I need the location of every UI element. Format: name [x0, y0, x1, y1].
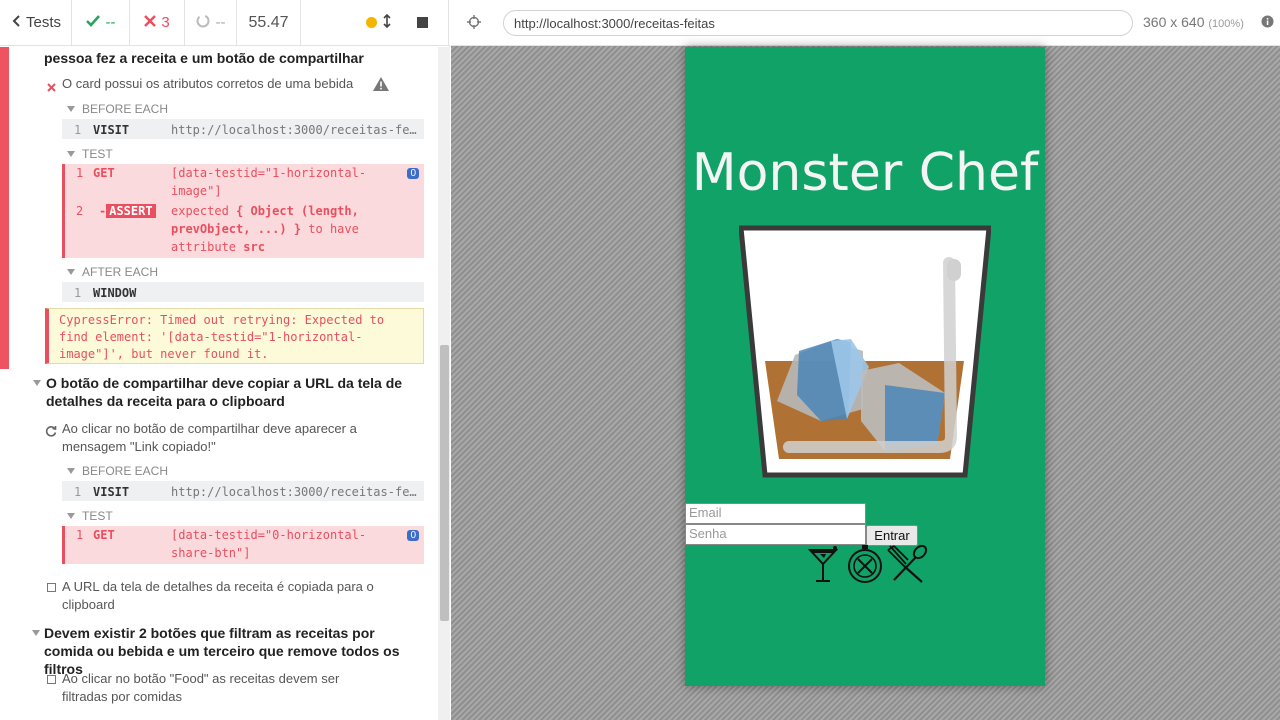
viewport-size: 360 x 640 — [1143, 14, 1205, 30]
command-number: 1 — [76, 166, 84, 180]
pending-square-icon — [47, 675, 56, 684]
assert-text: expected — [171, 204, 237, 218]
app-viewport: Monster Chef Email Senha Entrar — [685, 47, 1045, 686]
pending-value: -- — [215, 14, 226, 31]
command-number: 1 — [74, 123, 82, 137]
caret-down-icon[interactable] — [32, 630, 40, 636]
command-window[interactable]: 1 WINDOW — [62, 282, 424, 302]
test-title[interactable]: Ao clicar no botão de compartilhar deve … — [62, 420, 392, 456]
passed-count: -- — [72, 0, 130, 46]
command-number: 1 — [74, 286, 82, 300]
failed-count: 3 — [130, 0, 185, 46]
caret-down-icon[interactable] — [67, 106, 75, 112]
status-indicator — [366, 13, 391, 32]
back-to-tests-button[interactable]: Tests — [0, 0, 72, 46]
command-name: - ASSERT — [99, 204, 156, 218]
caret-down-icon[interactable] — [67, 513, 75, 519]
email-input[interactable]: Email — [685, 503, 866, 524]
whisky-glass-logo — [739, 225, 991, 478]
command-name: WINDOW — [93, 286, 137, 300]
info-icon[interactable] — [1261, 15, 1274, 33]
refresh-icon — [45, 424, 57, 442]
spinner-icon — [196, 14, 210, 32]
hook-after-each[interactable]: AFTER EACH — [82, 265, 158, 279]
passed-value: -- — [105, 14, 116, 31]
test-runner-panel: Tests -- 3 -- 55.47 pessoa fez a receita… — [0, 0, 450, 720]
hook-test[interactable]: TEST — [82, 147, 113, 161]
hook-test[interactable]: TEST — [82, 509, 113, 523]
caret-down-icon[interactable] — [67, 468, 75, 474]
assert-value: src — [243, 240, 265, 254]
runner-header: Tests -- 3 -- 55.47 — [0, 0, 450, 46]
password-input[interactable]: Senha — [685, 524, 866, 545]
command-message: http://localhost:3000/receitas-feitas — [171, 485, 417, 499]
check-icon — [85, 14, 100, 31]
back-label: Tests — [26, 14, 62, 31]
cocktail-icon — [806, 544, 844, 586]
command-number: 2 — [76, 204, 84, 218]
error-message[interactable]: CypressError: Timed out retrying: Expect… — [45, 308, 424, 364]
element-count-badge: 0 — [407, 530, 419, 541]
test-title[interactable]: Ao clicar no botão "Food" as receitas de… — [62, 670, 362, 706]
selector-playground-icon[interactable] — [467, 15, 481, 34]
failed-value: 3 — [161, 14, 170, 31]
command-name: VISIT — [93, 123, 130, 137]
pending-count: -- — [185, 0, 237, 46]
url-display[interactable]: http://localhost:3000/receitas-feitas — [503, 10, 1133, 36]
command-get-failed[interactable]: 1 GET [data-testid="1-horizontal-image"]… — [62, 164, 424, 258]
chevron-left-icon — [12, 14, 22, 31]
fail-x-icon — [47, 79, 56, 97]
command-name: VISIT — [93, 485, 130, 499]
command-message: http://localhost:3000/receitas-feitas — [171, 123, 417, 137]
command-visit[interactable]: 1 VISIT http://localhost:3000/receitas-f… — [62, 481, 424, 501]
test-title[interactable]: A URL da tela de detalhes da receita é c… — [62, 578, 402, 614]
assert-message: expected { Object (length, prevObject, .… — [171, 202, 371, 256]
element-count-badge: 0 — [407, 168, 419, 179]
caret-down-icon[interactable] — [67, 151, 75, 157]
hook-before-each[interactable]: BEFORE EACH — [82, 102, 168, 116]
pending-square-icon — [47, 583, 56, 592]
suite-title[interactable]: pessoa fez a receita e um botão de compa… — [44, 49, 424, 67]
reporter-scrollbar-thumb[interactable] — [440, 345, 449, 621]
autoscroll-toggle-icon[interactable] — [383, 13, 391, 32]
fork-spoon-icon — [886, 544, 928, 586]
command-name: GET — [93, 166, 115, 180]
x-icon — [144, 14, 157, 31]
command-visit[interactable]: 1 VISIT http://localhost:3000/receitas-f… — [62, 119, 424, 139]
assert-label: ASSERT — [106, 204, 156, 218]
command-name: GET — [93, 528, 115, 542]
caret-down-icon[interactable] — [67, 269, 75, 275]
command-number: 1 — [74, 485, 82, 499]
warning-icon[interactable] — [372, 76, 390, 97]
duration: 55.47 — [237, 0, 301, 46]
caret-down-icon[interactable] — [33, 380, 41, 386]
command-log: pessoa fez a receita e um botão de compa… — [0, 47, 438, 720]
viewport-zoom: (100%) — [1208, 18, 1244, 30]
app-title: Monster Chef — [691, 143, 1039, 203]
compass-icon — [846, 544, 884, 586]
command-number: 1 — [76, 528, 84, 542]
aut-header: http://localhost:3000/receitas-feitas 36… — [451, 0, 1280, 46]
running-dot-icon — [366, 17, 377, 28]
command-message: [data-testid="0-horizontal-share-btn"] — [171, 528, 367, 560]
hook-before-each[interactable]: BEFORE EACH — [82, 464, 168, 478]
stop-icon[interactable] — [417, 17, 428, 28]
test-title[interactable]: O card possui os atributos corretos de u… — [62, 75, 353, 93]
icon-row — [806, 544, 928, 586]
command-message: [data-testid="1-horizontal-image"] — [171, 166, 367, 198]
viewport-info: 360 x 640 (100%) — [1143, 14, 1244, 30]
runner-controls — [301, 0, 449, 46]
failed-suite-indicator — [0, 47, 9, 369]
login-button[interactable]: Entrar — [866, 525, 918, 546]
suite-title[interactable]: O botão de compartilhar deve copiar a UR… — [46, 374, 426, 410]
command-get-pending[interactable]: 1 GET [data-testid="0-horizontal-share-b… — [62, 526, 424, 564]
